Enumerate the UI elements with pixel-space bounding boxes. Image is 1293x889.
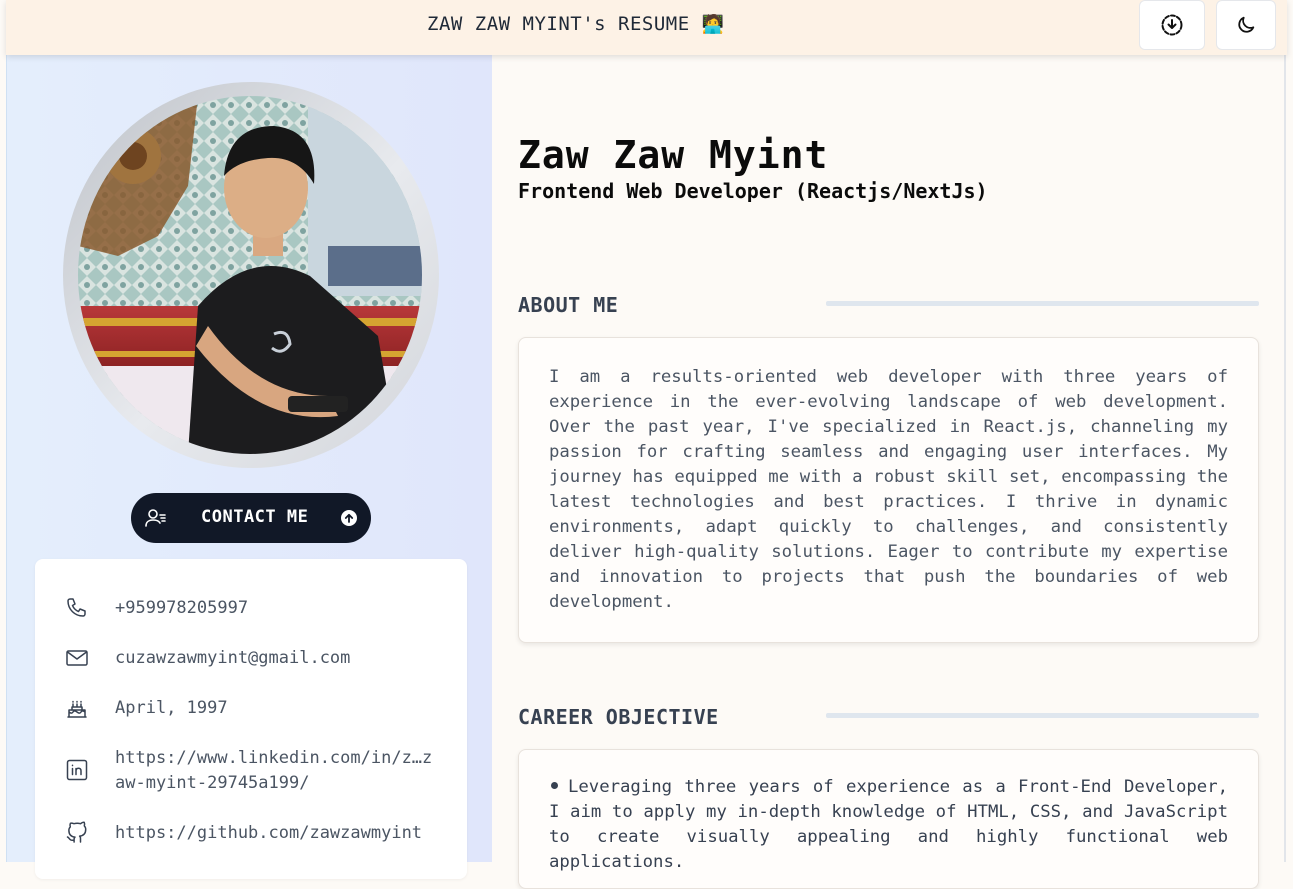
- sidebar: CONTACT ME +959978205997 cuzawzawmyint@g…: [6, 55, 492, 879]
- career-objective-card: Leveraging three years of experience as …: [518, 749, 1259, 889]
- main-content: Zaw Zaw Myint Frontend Web Developer (Re…: [492, 55, 1287, 889]
- email-address[interactable]: cuzawzawmyint@gmail.com: [115, 646, 435, 671]
- career-objective-text: Leveraging three years of experience as …: [549, 777, 1228, 872]
- about-me-card: I am a results-oriented web developer wi…: [518, 337, 1259, 643]
- cake-icon: [67, 700, 87, 718]
- resume-title: ZAW ZAW MYINT's RESUME 🧑‍💻: [427, 13, 725, 35]
- download-button[interactable]: [1139, 0, 1205, 50]
- email-row: cuzawzawmyint@gmail.com: [65, 646, 435, 671]
- top-bar: ZAW ZAW MYINT's RESUME 🧑‍💻: [6, 0, 1287, 55]
- full-name: Zaw Zaw Myint: [518, 133, 829, 177]
- birthday-row: April, 1997: [65, 696, 435, 721]
- about-me-heading: ABOUT ME: [518, 293, 619, 317]
- section-divider: [826, 301, 1259, 306]
- github-icon: [66, 821, 87, 843]
- linkedin-url[interactable]: https://www.linkedin.com/in/z…zaw-myint-…: [115, 746, 435, 796]
- profile-photo: [78, 96, 422, 454]
- career-objective-heading: CAREER OBJECTIVE: [518, 705, 719, 729]
- moon-icon: [1238, 16, 1255, 33]
- phone-row: +959978205997: [65, 596, 435, 621]
- contact-me-label: CONTACT ME: [201, 507, 309, 527]
- contact-info-card: +959978205997 cuzawzawmyint@gmail.com Ap…: [35, 559, 467, 879]
- download-icon: [1161, 14, 1183, 36]
- page-border: [1284, 55, 1286, 862]
- birth-date: April, 1997: [115, 698, 228, 718]
- phone-icon: [67, 598, 86, 617]
- resume-title-text: ZAW ZAW MYINT's RESUME: [427, 13, 690, 35]
- linkedin-row: https://www.linkedin.com/in/z…zaw-myint-…: [65, 746, 435, 796]
- github-row: https://github.com/zawzawmyint: [65, 821, 435, 846]
- arrow-up-circle-icon: [341, 510, 357, 526]
- github-url[interactable]: https://github.com/zawzawmyint: [115, 821, 435, 846]
- contact-me-button[interactable]: CONTACT ME: [131, 493, 371, 543]
- linkedin-icon: [66, 759, 88, 781]
- section-divider: [826, 713, 1259, 718]
- profile-photo-frame: [63, 82, 439, 468]
- job-role: Frontend Web Developer (Reactjs/NextJs): [518, 179, 988, 203]
- about-me-text: I am a results-oriented web developer wi…: [549, 367, 1228, 612]
- user-list-icon: [145, 509, 166, 527]
- career-objective-item: Leveraging three years of experience as …: [519, 750, 1258, 875]
- mail-icon: [66, 650, 88, 666]
- bullet-icon: [551, 782, 558, 789]
- technologist-emoji-icon: 🧑‍💻: [701, 13, 725, 35]
- theme-toggle-button[interactable]: [1216, 0, 1276, 50]
- phone-number[interactable]: +959978205997: [115, 596, 435, 621]
